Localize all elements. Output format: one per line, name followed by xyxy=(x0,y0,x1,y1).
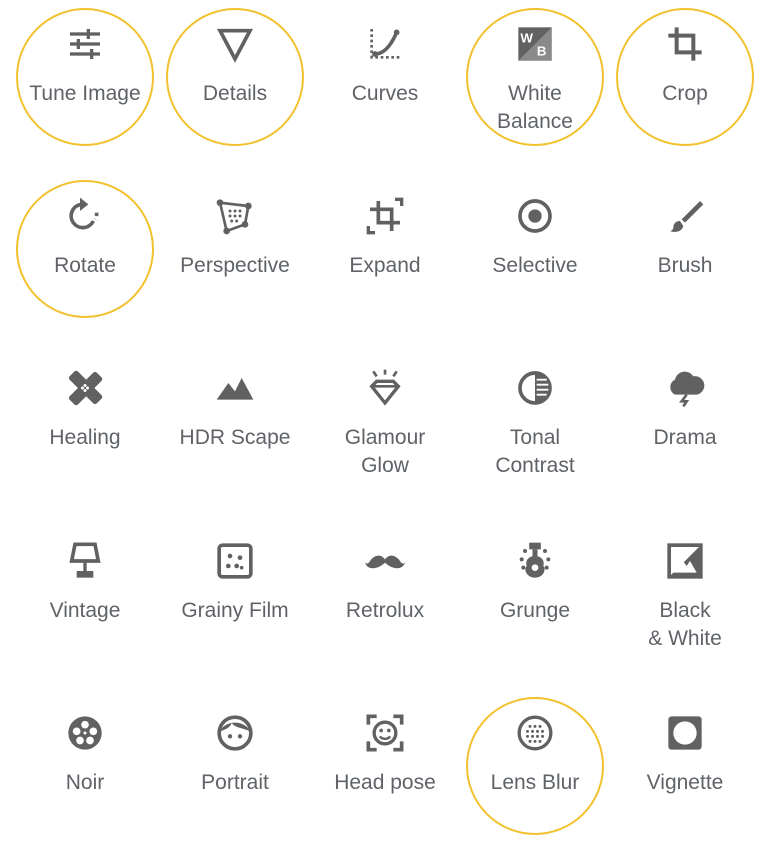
healing-icon xyxy=(61,364,109,412)
lens-blur-icon xyxy=(511,709,559,757)
tool-label: Head pose xyxy=(334,771,436,794)
vignette-icon xyxy=(661,709,709,757)
mustache-icon xyxy=(361,537,409,585)
tool-healing[interactable]: Healing xyxy=(10,344,160,494)
triangle-icon xyxy=(211,20,259,68)
tool-crop[interactable]: Crop xyxy=(610,0,760,150)
tool-label: Lens Blur xyxy=(490,771,580,794)
tool-hdr-scape[interactable]: HDR Scape xyxy=(160,344,310,494)
storm-cloud-icon xyxy=(661,364,709,412)
tool-label: Tune Image xyxy=(29,82,141,105)
tool-label: Details xyxy=(202,82,268,105)
tool-black-white[interactable]: Black & White xyxy=(610,517,760,667)
tool-label: Drama xyxy=(653,426,717,449)
tool-perspective[interactable]: Perspective xyxy=(160,172,310,322)
tools-grid: Tune Image Details Curves W B White Balance Cr… xyxy=(0,0,762,847)
expand-icon xyxy=(361,192,409,240)
tool-label: HDR Scape xyxy=(179,426,291,449)
tool-tonal-contrast[interactable]: Tonal Contrast xyxy=(460,344,610,494)
tool-grainy-film[interactable]: Grainy Film xyxy=(160,517,310,667)
tool-brush[interactable]: Brush xyxy=(610,172,760,322)
tool-retrolux[interactable]: Retrolux xyxy=(310,517,460,667)
tool-label: Retrolux xyxy=(345,599,425,622)
tool-curves[interactable]: Curves xyxy=(310,0,460,150)
tool-grunge[interactable]: Grunge xyxy=(460,517,610,667)
mountains-icon xyxy=(211,364,259,412)
tool-label: Perspective xyxy=(180,254,290,277)
wb-icon: WB xyxy=(511,20,559,68)
tool-label: Portrait xyxy=(201,771,269,794)
tool-details[interactable]: Details xyxy=(160,0,310,150)
tool-label: Black & White xyxy=(648,599,722,650)
film-reel-icon xyxy=(61,709,109,757)
selective-icon xyxy=(511,192,559,240)
tool-label: Vintage xyxy=(49,599,121,622)
curves-icon xyxy=(361,20,409,68)
tool-tune-image[interactable]: Tune Image xyxy=(10,0,160,150)
tool-label: Selective xyxy=(492,254,578,277)
tool-label: Crop xyxy=(662,82,708,105)
tool-label: Healing xyxy=(49,426,121,449)
diamond-icon xyxy=(361,364,409,412)
tool-vignette[interactable]: Vignette xyxy=(610,689,760,839)
crop-icon xyxy=(661,20,709,68)
rotate-icon xyxy=(61,192,109,240)
tool-label: Curves xyxy=(351,82,419,105)
tool-label: Brush xyxy=(657,254,713,277)
tool-drama[interactable]: Drama xyxy=(610,344,760,494)
tool-lens-blur[interactable]: Lens Blur xyxy=(460,689,610,839)
tool-noir[interactable]: Noir xyxy=(10,689,160,839)
svg-text:B: B xyxy=(537,44,547,59)
head-pose-icon xyxy=(361,709,409,757)
lamp-icon xyxy=(61,537,109,585)
tool-label: Expand xyxy=(349,254,421,277)
grain-icon xyxy=(211,537,259,585)
tool-white-balance[interactable]: W B White Balance xyxy=(460,0,610,150)
tool-label: Grainy Film xyxy=(181,599,289,622)
bw-icon xyxy=(661,537,709,585)
tonal-icon xyxy=(511,364,559,412)
tool-rotate[interactable]: Rotate xyxy=(10,172,160,322)
tool-selective[interactable]: Selective xyxy=(460,172,610,322)
tool-expand[interactable]: Expand xyxy=(310,172,460,322)
tool-head-pose[interactable]: Head pose xyxy=(310,689,460,839)
face-icon xyxy=(211,709,259,757)
tool-label: Vignette xyxy=(646,771,724,794)
tool-label: Glamour Glow xyxy=(344,426,426,477)
tool-vintage[interactable]: Vintage xyxy=(10,517,160,667)
brush-icon xyxy=(661,192,709,240)
tool-label: Grunge xyxy=(499,599,571,622)
tool-glamour-glow[interactable]: Glamour Glow xyxy=(310,344,460,494)
tool-label: Noir xyxy=(65,771,105,794)
tool-label: White Balance xyxy=(497,82,573,133)
tool-label: Tonal Contrast xyxy=(495,426,575,477)
tool-label: Rotate xyxy=(54,254,116,277)
perspective-icon xyxy=(211,192,259,240)
svg-text:W: W xyxy=(520,30,533,45)
tune-icon xyxy=(61,20,109,68)
tool-portrait[interactable]: Portrait xyxy=(160,689,310,839)
guitar-icon xyxy=(511,537,559,585)
